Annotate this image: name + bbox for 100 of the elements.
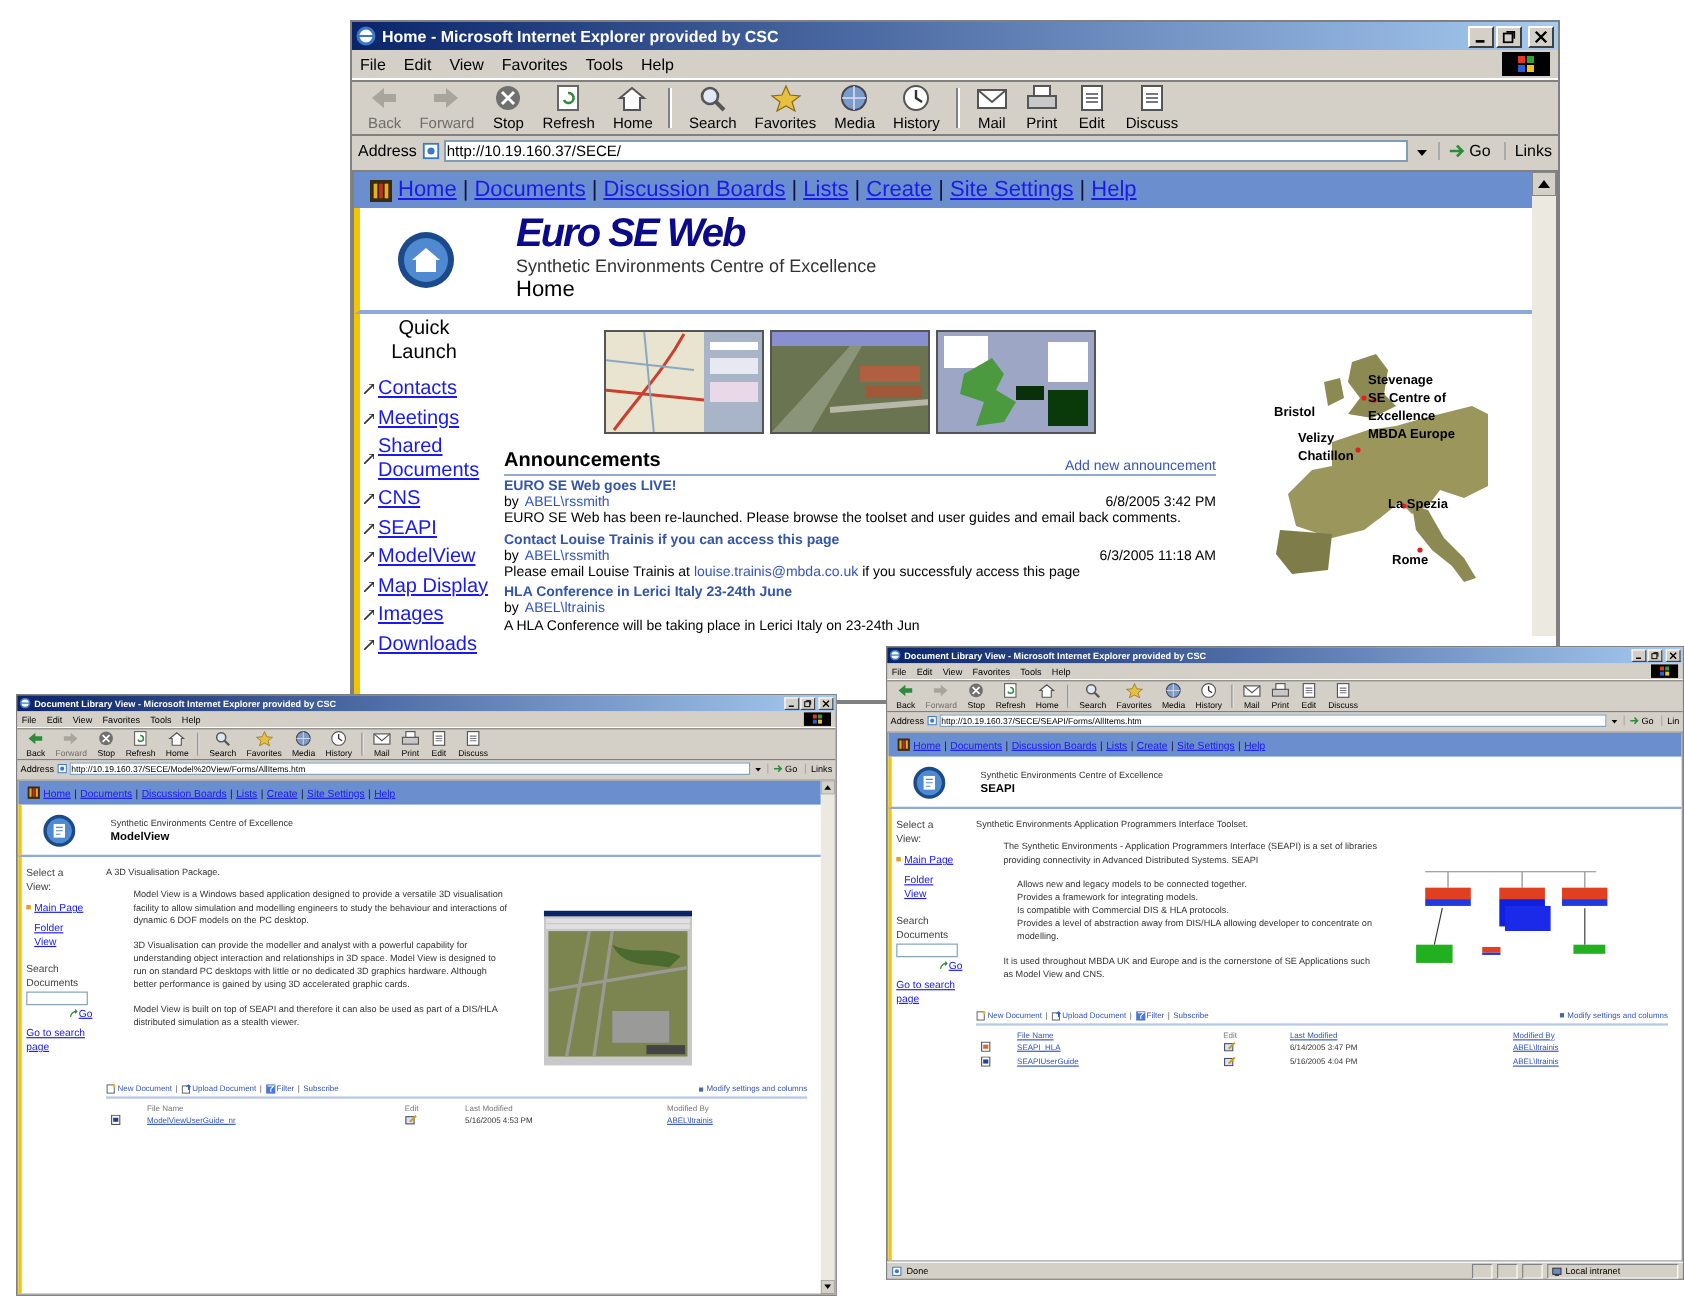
- bullet-icon: [1559, 1013, 1564, 1018]
- globe-icon: [838, 84, 871, 112]
- quick-launch-link[interactable]: SEAPI: [378, 517, 490, 540]
- menu-item[interactable]: Help: [640, 55, 674, 73]
- slides-icon: [980, 1041, 991, 1052]
- search-icon: [1083, 682, 1102, 699]
- stop-icon: [492, 84, 525, 112]
- left-arrow-icon: [368, 84, 401, 112]
- printer-icon: [1271, 682, 1290, 699]
- vertical-scrollbar[interactable]: [820, 780, 835, 1294]
- link-bullet-icon: [364, 639, 374, 650]
- quick-launch-link[interactable]: Contacts: [378, 378, 490, 401]
- close-icon: [822, 699, 830, 708]
- scroll-down-icon[interactable]: [820, 1279, 835, 1294]
- page-icon: [891, 1265, 902, 1276]
- dropdown-arrow-icon[interactable]: [1608, 714, 1620, 727]
- links-button[interactable]: Links: [1504, 142, 1552, 160]
- search-field[interactable]: [26, 991, 88, 1006]
- edit-icon[interactable]: [1223, 1055, 1236, 1067]
- home-icon: [168, 730, 187, 747]
- envelope-icon: [372, 730, 391, 747]
- minimize-button[interactable]: [1468, 25, 1494, 47]
- link-bullet-icon: [364, 454, 374, 464]
- upload-icon: [180, 1083, 192, 1095]
- close-button[interactable]: [818, 696, 834, 710]
- dropdown-arrow-icon[interactable]: [752, 762, 764, 775]
- search-icon: [696, 84, 729, 112]
- scroll-up-icon[interactable]: [820, 780, 835, 795]
- upload-icon: [1050, 1010, 1062, 1021]
- link-separator: |: [591, 178, 598, 202]
- document-icon: [1334, 682, 1353, 699]
- menu-item[interactable]: File: [360, 55, 386, 73]
- minimize-button[interactable]: [784, 696, 800, 710]
- star-icon: [255, 730, 274, 747]
- restore-button[interactable]: [800, 696, 816, 710]
- quick-launch-heading: Quick Launch: [389, 318, 459, 366]
- globe-icon: [1164, 682, 1183, 699]
- quick-launch-link[interactable]: CNS: [378, 488, 490, 511]
- library-logo-icon: [42, 813, 77, 848]
- home-logo-icon: [396, 229, 456, 289]
- minimize-icon: [787, 699, 796, 708]
- stop-icon: [967, 682, 986, 699]
- refresh-icon: [552, 84, 585, 112]
- site-name: Euro SE Web: [516, 214, 745, 256]
- minimize-button[interactable]: [1631, 648, 1647, 662]
- windows-logo-icon: [1650, 664, 1679, 678]
- restore-button[interactable]: [1496, 25, 1522, 47]
- page-title: Home: [516, 278, 575, 304]
- page-icon: [927, 715, 938, 726]
- link-separator: |: [462, 178, 469, 202]
- link-separator: |: [938, 178, 945, 202]
- filter-icon: [265, 1083, 276, 1095]
- close-button[interactable]: [1665, 648, 1681, 662]
- document-icon: [429, 730, 448, 747]
- quick-launch-link[interactable]: Meetings: [378, 407, 490, 430]
- close-button[interactable]: [1528, 25, 1554, 47]
- close-icon: [1669, 651, 1678, 660]
- menu-item[interactable]: View: [449, 55, 484, 73]
- go-button[interactable]: Go: [1437, 142, 1499, 160]
- restore-button[interactable]: [1647, 648, 1663, 662]
- refresh-icon: [131, 730, 150, 747]
- go-arrow-icon: [1628, 715, 1640, 726]
- minimize-icon: [1635, 651, 1643, 660]
- site-subtitle: Synthetic Environments Centre of Excellence: [516, 256, 877, 278]
- bullet-icon: [698, 1086, 704, 1092]
- restore-icon: [1502, 29, 1516, 43]
- vertical-scrollbar[interactable]: [1532, 172, 1556, 636]
- quick-launch-link[interactable]: Images: [378, 604, 490, 627]
- home-icon: [1038, 682, 1057, 699]
- menu-item[interactable]: Edit: [403, 55, 432, 73]
- printer-icon: [1025, 84, 1058, 112]
- menu-item[interactable]: Tools: [585, 55, 623, 73]
- site-icon: [27, 786, 40, 799]
- browser-icon: [19, 697, 31, 709]
- scroll-up-icon[interactable]: [1532, 172, 1556, 196]
- quick-launch-link[interactable]: Map Display: [378, 575, 490, 598]
- search-field[interactable]: [896, 943, 958, 958]
- link-bullet-icon: [364, 523, 374, 534]
- document-icon: [980, 1055, 991, 1067]
- envelope-icon: [975, 84, 1008, 112]
- quick-launch-link[interactable]: ModelView: [378, 546, 490, 569]
- quick-launch-link[interactable]: Downloads: [378, 633, 490, 656]
- go-arrow-icon: [1447, 142, 1466, 160]
- link-bullet-icon: [364, 581, 374, 592]
- go-arrow-icon: [772, 763, 783, 774]
- windows-logo-icon: [1502, 52, 1550, 76]
- envelope-icon: [1242, 682, 1261, 699]
- browser-icon: [889, 649, 901, 661]
- menu-item[interactable]: Favorites: [501, 55, 568, 73]
- page-icon: [57, 763, 68, 774]
- search-icon: [213, 730, 232, 747]
- window-title: Home - Microsoft Internet Explorer provided by CSC: [382, 27, 781, 45]
- quick-launch-link[interactable]: Shared Documents: [378, 436, 490, 482]
- printer-icon: [401, 730, 420, 747]
- clock-icon: [329, 730, 348, 747]
- right-arrow-icon: [932, 682, 951, 699]
- close-icon: [1534, 29, 1548, 43]
- edit-icon[interactable]: [404, 1114, 418, 1125]
- clock-icon: [900, 84, 933, 112]
- edit-icon[interactable]: [1223, 1041, 1236, 1052]
